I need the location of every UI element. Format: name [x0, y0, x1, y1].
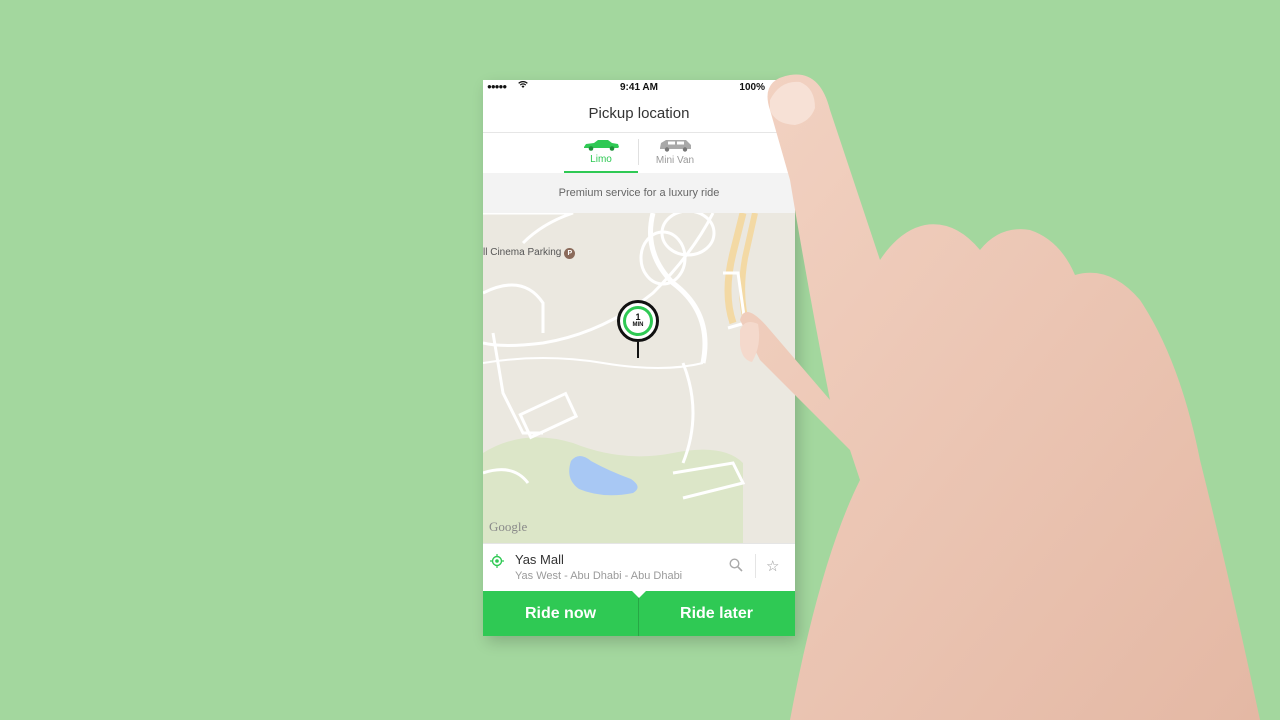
- hand-overlay: [740, 74, 1260, 720]
